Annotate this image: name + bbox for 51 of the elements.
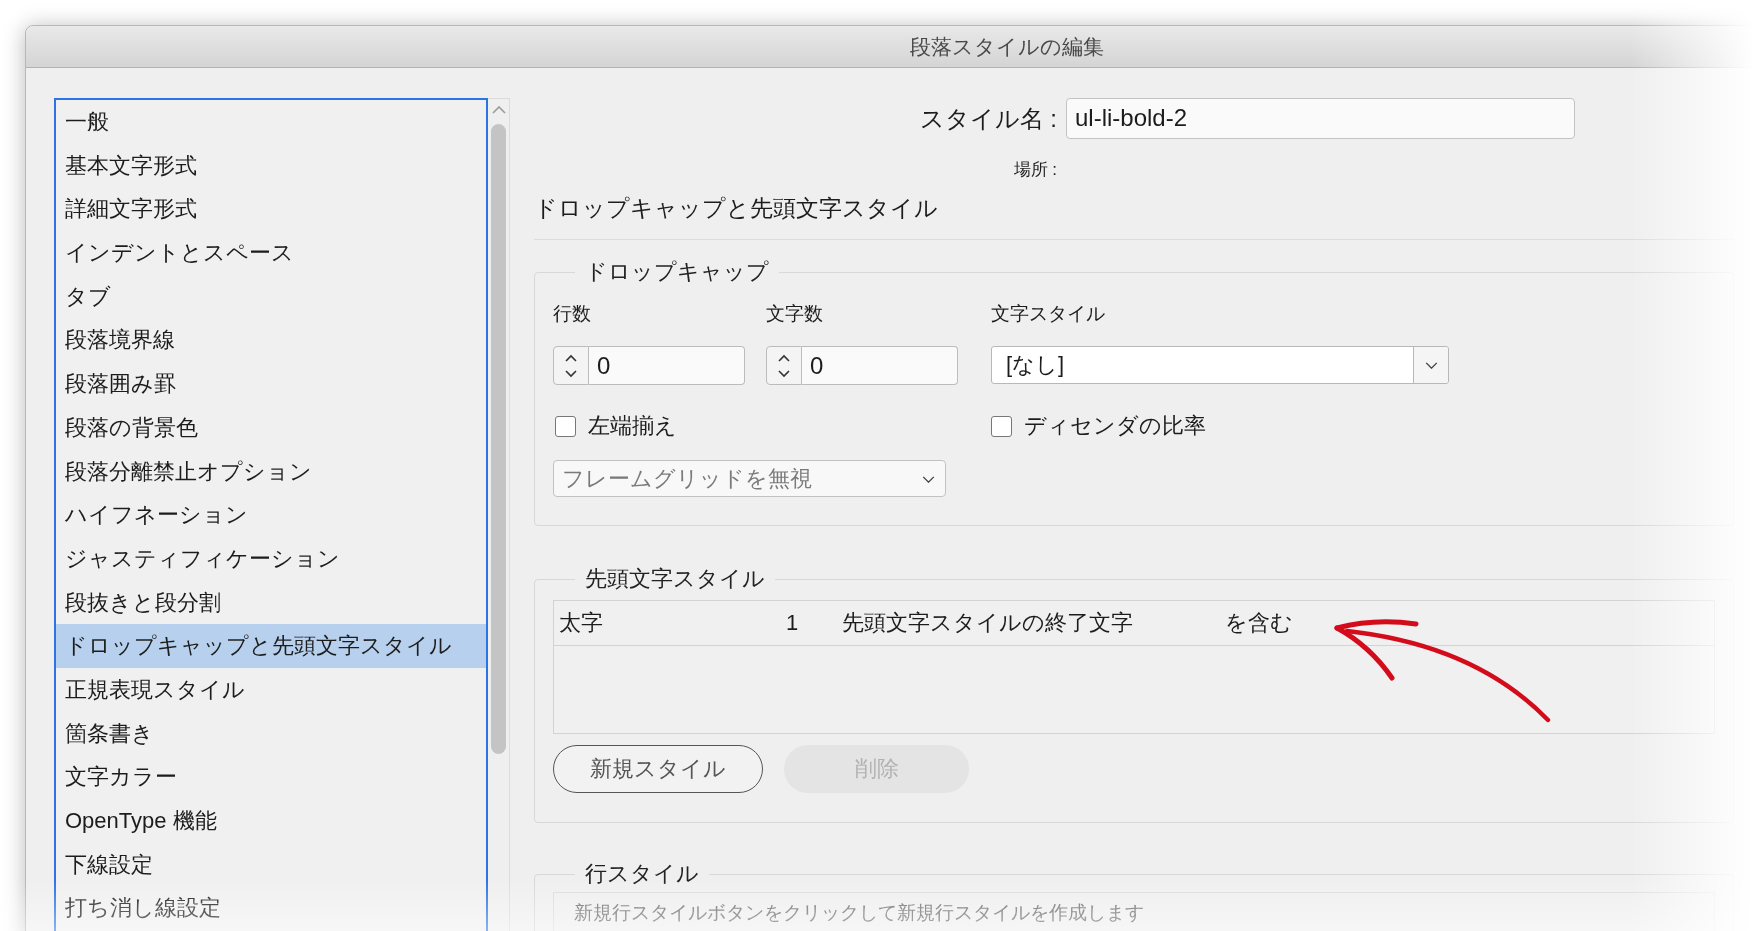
section-title: ドロップキャップと先頭文字スタイル [534,194,939,223]
field-label: 文字数 [766,302,824,326]
list-item[interactable]: 基本文字形式 [56,143,486,188]
list-item[interactable]: 段落囲み罫 [56,362,486,406]
chevron-down-icon [922,476,935,483]
field-label: 行数 [553,302,592,326]
stepper-button[interactable] [766,346,802,385]
list-item[interactable]: 段落分離禁止オプション [56,449,486,494]
list-item[interactable]: 打ち消し線設定 [56,886,486,931]
number-field[interactable]: 0 [802,346,958,385]
list-item[interactable]: インデントとスペース [56,231,486,275]
list-item[interactable]: 下線設定 [56,842,486,887]
list-item[interactable]: ハイフネーション [56,493,486,537]
list-item[interactable]: 箇条書き [56,711,486,756]
stepper-button[interactable] [553,346,589,385]
list-item[interactable]: OpenType 機能 [56,799,486,843]
group-title: 行スタイル [584,860,700,888]
window-title: 段落スタイルの編集 [910,33,1104,60]
checkbox-label: 左端揃え [588,412,677,440]
list-item[interactable]: 一般 [56,100,486,144]
list-item[interactable]: 段落の背景色 [56,405,486,450]
list-item[interactable]: ジャスティフィケーション [56,536,486,581]
list-item[interactable]: 正規表現スタイル [56,667,486,712]
new-style-button[interactable]: 新規スタイル [553,745,763,793]
style-name-field[interactable]: ul-li-bold-2 [1066,98,1575,139]
table-cell-text: を含む [1224,609,1293,637]
checkbox[interactable] [991,415,1012,437]
field-label: 文字スタイル [991,302,1105,326]
table-cell-text: 1 [785,610,800,636]
list-item[interactable]: 詳細文字形式 [56,187,486,232]
table-cell-text: 太字 [558,609,604,637]
style-name-label: スタイル名 : [918,103,1057,134]
location-label: 場所 : [1012,158,1057,181]
chevron-up-icon[interactable] [491,106,506,114]
table-cell-text: 先頭文字スタイルの終了文字 [841,609,1134,637]
group-title: 先頭文字スタイル [584,565,766,593]
list-item[interactable]: 段抜きと段分割 [56,580,486,625]
list-item[interactable]: ドロップキャップと先頭文字スタイル [56,624,486,668]
scrollbar-thumb[interactable] [491,124,506,754]
empty-list-hint: 新規行スタイルボタンをクリックして新規行スタイルを作成します [574,902,1144,923]
number-field[interactable]: 0 [589,346,745,385]
list-item[interactable]: 文字カラー [56,755,486,799]
up-down-chevron-icon [564,352,578,379]
checkbox[interactable] [555,415,576,437]
list-item[interactable]: 段落境界線 [56,318,486,363]
list-item[interactable]: タブ [56,274,486,319]
checkbox-label: ディセンダの比率 [1024,412,1206,440]
chevron-down-icon [1424,361,1438,369]
character-style-dropdown[interactable]: [なし] [991,346,1449,384]
up-down-chevron-icon [777,352,791,379]
group-title: ドロップキャップ [584,258,770,286]
